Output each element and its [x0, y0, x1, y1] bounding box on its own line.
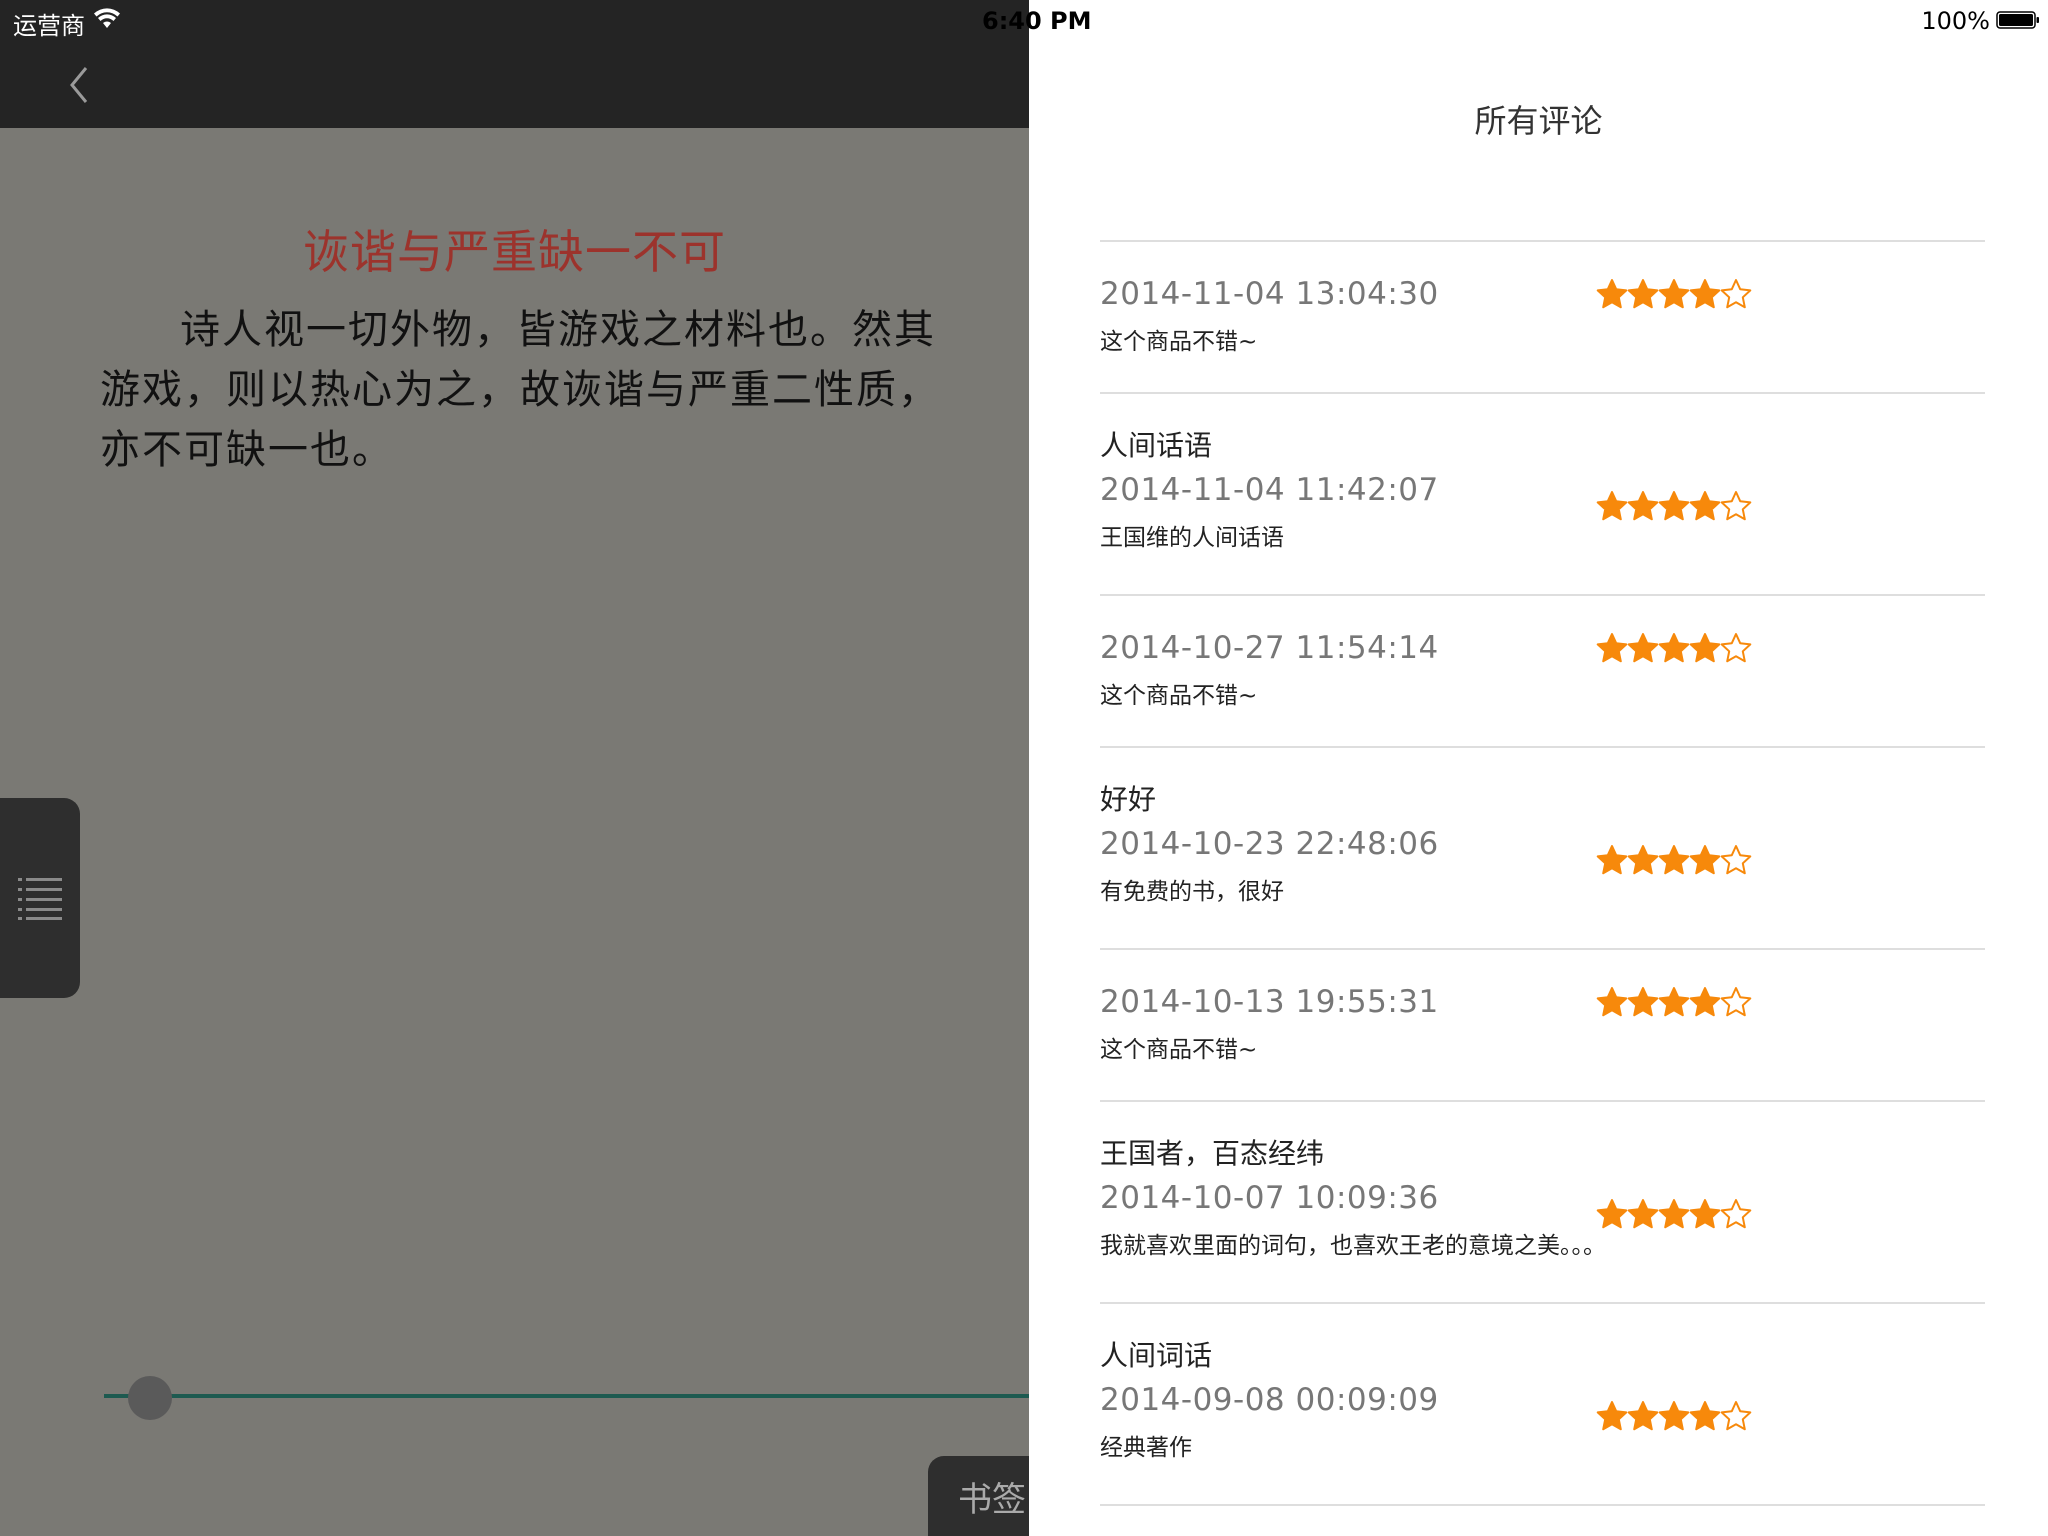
- comment-text: 这个商品不错~: [1100, 329, 1258, 355]
- star-filled-icon: [1627, 987, 1659, 1017]
- star-filled-icon: [1658, 987, 1690, 1017]
- star-filled-icon: [1627, 633, 1659, 663]
- comment-text: 经典著作: [1100, 1435, 1192, 1461]
- rating-stars: [1596, 844, 1752, 876]
- bookmark-label: 书签: [958, 1480, 1026, 1520]
- chapter-body: 诗人视一切外物，皆游戏之材料也。然其游戏，则以热心为之，故诙谐与严重二性质，亦不…: [100, 307, 940, 473]
- comment-date: 2014-11-04 11:42:07: [1100, 472, 1439, 508]
- comment-list[interactable]: 2014-11-04 13:04:30 这个商品不错~ 人间话语 2014-11-04…: [1100, 240, 1985, 1506]
- star-filled-icon: [1596, 1199, 1628, 1229]
- rating-stars: [1596, 1198, 1752, 1230]
- comment-title: 人间词话: [1100, 1339, 1213, 1372]
- comments-panel: 所有评论 2014-11-04 13:04:30 这个商品不错~ 人间话语 2014-…: [1029, 0, 2048, 1536]
- status-bar: 运营商: [0, 0, 1029, 42]
- star-filled-icon: [1689, 491, 1721, 521]
- star-filled-icon: [1689, 1199, 1721, 1229]
- comment-title: 王国者，百态经纬: [1100, 1137, 1325, 1170]
- list-divider: [1100, 1504, 1985, 1506]
- comment-title: 好好: [1100, 783, 1157, 816]
- status-time: 6:40 PM: [982, 7, 1092, 35]
- chevron-left-icon[interactable]: [64, 64, 94, 106]
- star-filled-icon: [1689, 633, 1721, 663]
- star-outline-icon: [1720, 491, 1752, 521]
- comment-title: 人间话语: [1100, 429, 1213, 462]
- star-filled-icon: [1596, 987, 1628, 1017]
- comment-date: 2014-10-13 19:55:31: [1100, 984, 1439, 1020]
- star-filled-icon: [1596, 279, 1628, 309]
- star-outline-icon: [1720, 633, 1752, 663]
- wifi-icon: [94, 8, 120, 28]
- comment-date: 2014-10-07 10:09:36: [1100, 1180, 1439, 1216]
- star-filled-icon: [1689, 845, 1721, 875]
- comment-text: 这个商品不错~: [1100, 683, 1258, 709]
- comment-item: 人间词话 2014-09-08 00:09:09 经典著作: [1100, 1302, 1985, 1504]
- star-filled-icon: [1658, 279, 1690, 309]
- star-filled-icon: [1627, 491, 1659, 521]
- star-outline-icon: [1720, 845, 1752, 875]
- rating-stars: [1596, 986, 1752, 1018]
- star-filled-icon: [1689, 1401, 1721, 1431]
- star-filled-icon: [1658, 633, 1690, 663]
- comment-date: 2014-09-08 00:09:09: [1100, 1382, 1439, 1418]
- star-filled-icon: [1627, 1401, 1659, 1431]
- rating-stars: [1596, 278, 1752, 310]
- star-filled-icon: [1658, 845, 1690, 875]
- comment-item: 好好 2014-10-23 22:48:06 有免费的书，很好: [1100, 746, 1985, 948]
- star-filled-icon: [1596, 491, 1628, 521]
- progress-slider-track[interactable]: [104, 1394, 1029, 1398]
- comment-date: 2014-10-27 11:54:14: [1100, 630, 1439, 666]
- list-icon: [18, 878, 62, 920]
- comment-item: 2014-10-13 19:55:31 这个商品不错~: [1100, 948, 1985, 1100]
- progress-slider-handle[interactable]: [128, 1376, 173, 1420]
- star-filled-icon: [1658, 1401, 1690, 1431]
- star-filled-icon: [1689, 987, 1721, 1017]
- rating-stars: [1596, 490, 1752, 522]
- comment-date: 2014-10-23 22:48:06: [1100, 826, 1439, 862]
- star-filled-icon: [1627, 279, 1659, 309]
- star-filled-icon: [1596, 1401, 1628, 1431]
- star-filled-icon: [1627, 845, 1659, 875]
- star-outline-icon: [1720, 1199, 1752, 1229]
- comment-item: 王国者，百态经纬 2014-10-07 10:09:36 我就喜欢里面的词句，也喜欢…: [1100, 1100, 1985, 1302]
- toc-button[interactable]: [0, 798, 80, 998]
- comment-item: 2014-10-27 11:54:14 这个商品不错~: [1100, 594, 1985, 746]
- panel-title: 所有评论: [1474, 102, 1603, 140]
- star-outline-icon: [1720, 279, 1752, 309]
- reader-nav-bar: [0, 42, 1029, 128]
- star-filled-icon: [1596, 633, 1628, 663]
- star-outline-icon: [1720, 987, 1752, 1017]
- carrier-label: 运营商: [13, 12, 85, 40]
- comment-text: 这个商品不错~: [1100, 1037, 1258, 1063]
- star-filled-icon: [1596, 845, 1628, 875]
- battery-percent: 100%: [1921, 7, 1990, 35]
- comment-date: 2014-11-04 13:04:30: [1100, 276, 1439, 312]
- comment-item: 2014-11-04 13:04:30 这个商品不错~: [1100, 240, 1985, 392]
- rating-stars: [1596, 1400, 1752, 1432]
- comment-text: 我就喜欢里面的词句，也喜欢王老的意境之美。。。: [1100, 1233, 1606, 1259]
- comment-text: 王国维的人间话语: [1100, 525, 1284, 551]
- comment-item: 人间话语 2014-11-04 11:42:07 王国维的人间话语: [1100, 392, 1985, 594]
- chapter-title: 诙谐与严重缺一不可: [303, 225, 726, 279]
- star-outline-icon: [1720, 1401, 1752, 1431]
- reader-page: 诙谐与严重缺一不可 诗人视一切外物，皆游戏之材料也。然其游戏，则以热心为之，故诙…: [0, 128, 1078, 1536]
- rating-stars: [1596, 632, 1752, 664]
- battery-icon: [1996, 11, 2039, 29]
- star-filled-icon: [1627, 1199, 1659, 1229]
- star-filled-icon: [1658, 1199, 1690, 1229]
- star-filled-icon: [1658, 491, 1690, 521]
- comment-text: 有免费的书，很好: [1100, 879, 1284, 905]
- star-filled-icon: [1689, 279, 1721, 309]
